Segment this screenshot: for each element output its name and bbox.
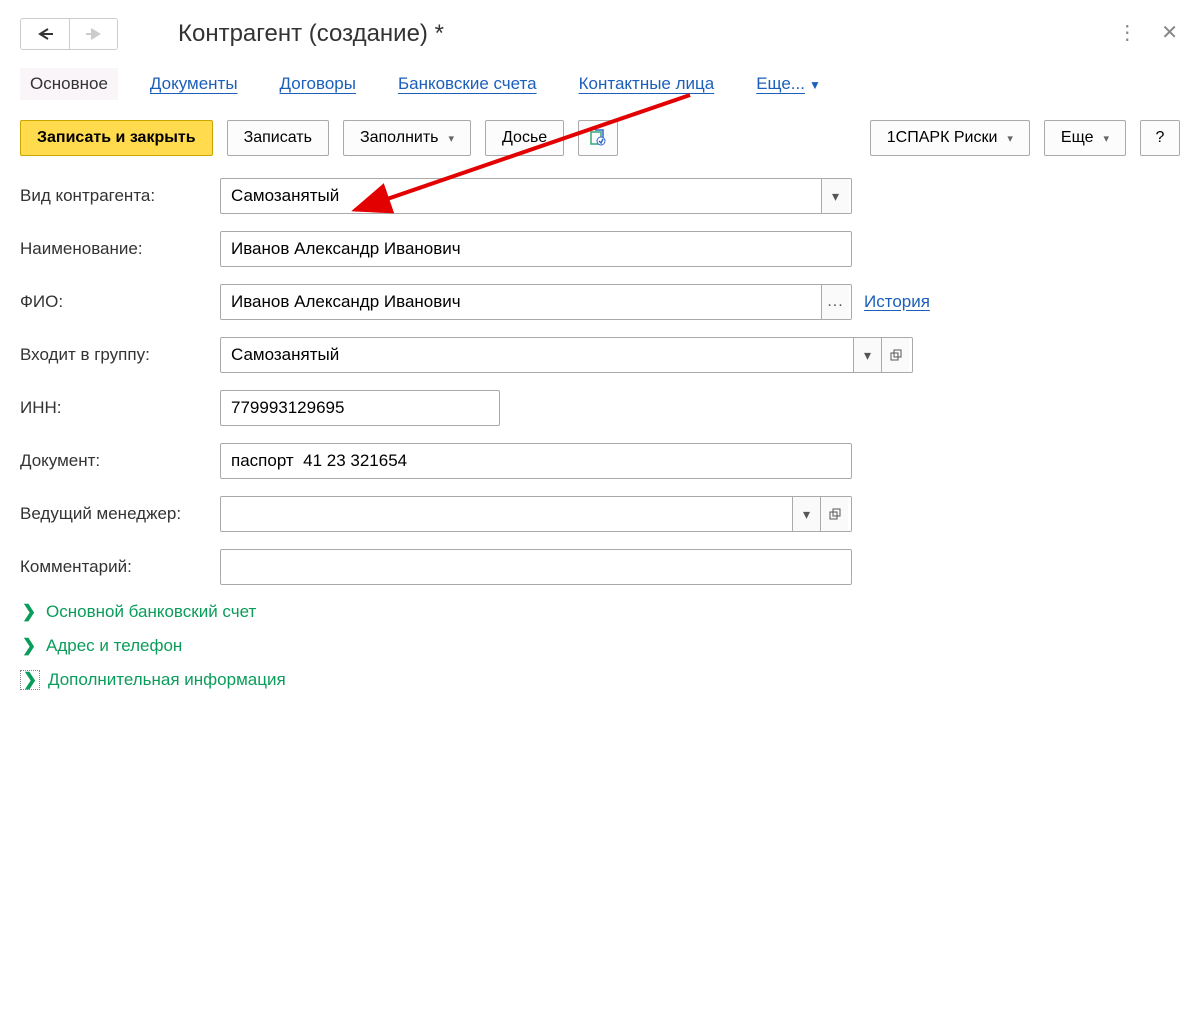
- caret-down-icon: ▾: [1007, 132, 1013, 145]
- label-group: Входит в группу:: [20, 345, 220, 365]
- menu-dots-icon[interactable]: ⋮: [1117, 20, 1137, 45]
- topbar: Контрагент (создание) * ⋮ ✕: [20, 18, 1180, 50]
- caret-down-icon: ▾: [1103, 132, 1109, 145]
- open-icon: [829, 508, 841, 520]
- inn-input[interactable]: [221, 391, 495, 425]
- label-manager: Ведущий менеджер:: [20, 504, 220, 524]
- tab-more[interactable]: Еще... ▼: [746, 68, 831, 100]
- close-icon[interactable]: ✕: [1161, 20, 1178, 45]
- page-title: Контрагент (создание) *: [178, 20, 444, 48]
- back-button[interactable]: [21, 19, 69, 49]
- caret-down-icon: ▼: [809, 78, 821, 92]
- name-input[interactable]: [221, 232, 847, 266]
- help-button[interactable]: ?: [1140, 120, 1180, 156]
- tabs-bar: Основное Документы Договоры Банковские с…: [20, 68, 1180, 100]
- toolbar: Записать и закрыть Записать Заполнить ▾ Д…: [20, 120, 1180, 156]
- chevron-right-icon: ❯: [20, 602, 38, 622]
- attach-button[interactable]: [578, 120, 618, 156]
- tab-bank-accounts[interactable]: Банковские счета: [388, 68, 547, 100]
- more-button-label: Еще: [1061, 129, 1094, 147]
- label-fio: ФИО:: [20, 292, 220, 312]
- group-open-button[interactable]: [881, 338, 909, 372]
- tab-contracts[interactable]: Договоры: [270, 68, 366, 100]
- section-extra-label: Дополнительная информация: [48, 670, 286, 690]
- attach-icon: [589, 129, 607, 147]
- group-dropdown-button[interactable]: ▾: [853, 338, 881, 372]
- spark-button-label: 1СПАРК Риски: [887, 129, 998, 147]
- section-bank-label: Основной банковский счет: [46, 602, 256, 622]
- caret-down-icon: ▾: [449, 132, 455, 145]
- tab-contacts[interactable]: Контактные лица: [569, 68, 725, 100]
- manager-dropdown-button[interactable]: ▾: [792, 497, 820, 531]
- window-controls: ⋮ ✕: [1117, 20, 1178, 45]
- fill-button-label: Заполнить: [360, 129, 439, 147]
- tab-more-label: Еще...: [756, 74, 805, 93]
- doc-input[interactable]: [221, 444, 847, 478]
- type-dropdown-button[interactable]: ▾: [821, 179, 849, 213]
- save-button[interactable]: Записать: [227, 120, 329, 156]
- save-close-button[interactable]: Записать и закрыть: [20, 120, 213, 156]
- tab-main[interactable]: Основное: [20, 68, 118, 100]
- manager-open-button[interactable]: [820, 497, 848, 531]
- spark-button[interactable]: 1СПАРК Риски ▾: [870, 120, 1030, 156]
- type-input[interactable]: [221, 179, 821, 213]
- more-button[interactable]: Еще ▾: [1044, 120, 1126, 156]
- section-bank[interactable]: ❯ Основной банковский счет: [20, 602, 1180, 622]
- label-inn: ИНН:: [20, 398, 220, 418]
- fill-button[interactable]: Заполнить ▾: [343, 120, 471, 156]
- chevron-right-icon: ❯: [20, 670, 40, 690]
- section-extra[interactable]: ❯ Дополнительная информация: [20, 670, 1180, 690]
- fio-input[interactable]: [221, 285, 821, 319]
- form: Вид контрагента: ▾ Наименование: ФИО: ..…: [20, 178, 1180, 690]
- section-address[interactable]: ❯ Адрес и телефон: [20, 636, 1180, 656]
- label-comment: Комментарий:: [20, 557, 220, 577]
- comment-input[interactable]: [221, 550, 847, 584]
- label-name: Наименование:: [20, 239, 220, 259]
- chevron-right-icon: ❯: [20, 636, 38, 656]
- history-link[interactable]: История: [864, 292, 930, 312]
- label-type: Вид контрагента:: [20, 186, 220, 206]
- section-address-label: Адрес и телефон: [46, 636, 182, 656]
- fio-ellipsis-button[interactable]: ...: [821, 285, 849, 319]
- tab-documents[interactable]: Документы: [140, 68, 248, 100]
- nav-buttons: [20, 18, 118, 50]
- dossier-button[interactable]: Досье: [485, 120, 564, 156]
- label-doc: Документ:: [20, 451, 220, 471]
- manager-input[interactable]: [221, 497, 792, 531]
- forward-button[interactable]: [69, 19, 117, 49]
- group-input[interactable]: [221, 338, 853, 372]
- open-icon: [890, 349, 902, 361]
